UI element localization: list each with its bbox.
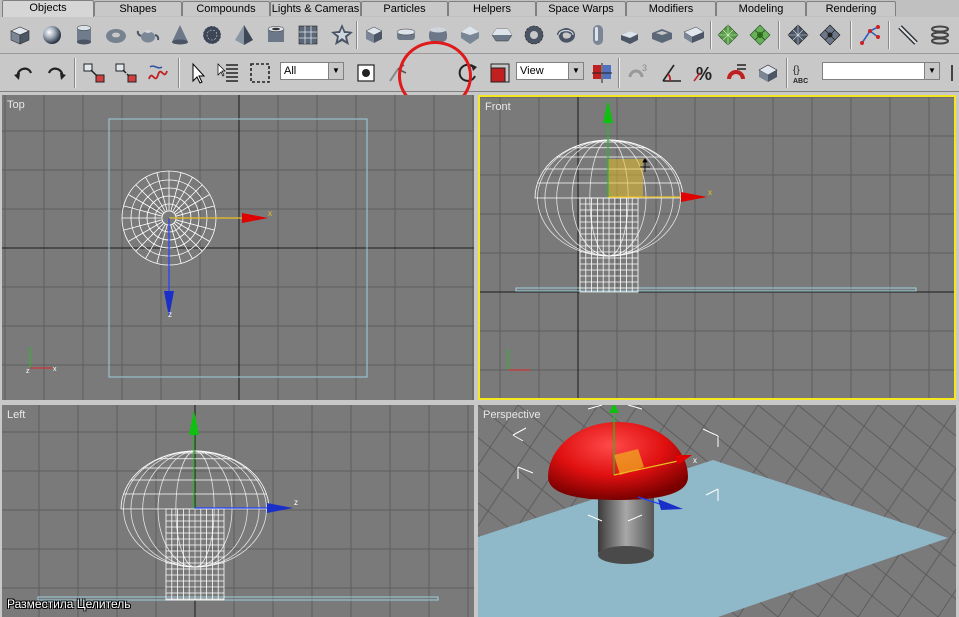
tab-lights-cameras[interactable]: Lights & Cameras xyxy=(270,1,361,16)
viewport-label-left[interactable]: Left xyxy=(7,409,25,421)
axis-label-z: z xyxy=(168,310,172,319)
svg-text:x: x xyxy=(708,188,712,197)
caption-signature: Разместила Целитель xyxy=(7,597,131,611)
viewport-label-top[interactable]: Top xyxy=(7,99,25,111)
named-selection-dropdown[interactable]: ▼ xyxy=(822,62,940,80)
perspective-view: x xyxy=(478,405,956,617)
svg-text:3: 3 xyxy=(642,63,647,73)
select-and-link-icon[interactable] xyxy=(82,61,106,85)
window-crossing-icon[interactable] xyxy=(354,61,378,85)
hedra-icon[interactable] xyxy=(330,23,354,47)
angle-snap-icon[interactable] xyxy=(660,61,684,85)
geosphere-icon[interactable] xyxy=(200,23,224,47)
chamfer-cylinder-icon[interactable] xyxy=(394,23,418,47)
tab-modeling[interactable]: Modeling xyxy=(716,1,806,16)
viewport-front[interactable]: x Front xyxy=(478,95,956,400)
svg-text:x: x xyxy=(53,366,57,373)
viewport-top[interactable]: x z z x Top xyxy=(2,95,474,400)
cone-icon[interactable] xyxy=(168,23,192,47)
viewport-label-perspective[interactable]: Perspective xyxy=(483,409,540,421)
reference-coordinate-dropdown[interactable]: View ▼ xyxy=(516,62,584,80)
tab-space-warps[interactable]: Space Warps xyxy=(536,1,626,16)
svg-text:{}: {} xyxy=(793,65,800,76)
ringwave-icon[interactable] xyxy=(522,23,546,47)
svg-text:z: z xyxy=(26,368,30,375)
axis-label-x: x xyxy=(268,209,272,218)
capsule-icon[interactable] xyxy=(586,23,610,47)
sphere-icon[interactable] xyxy=(40,23,64,47)
tab-shapes[interactable]: Shapes xyxy=(94,1,182,16)
undo-icon[interactable] xyxy=(12,61,36,85)
edit-named-selection-icon[interactable]: {} ABC xyxy=(792,61,816,85)
spring-icon[interactable] xyxy=(928,23,952,47)
main-toolbar: All ▼ View ▼ 3 % {} ABC ▼ xyxy=(0,54,959,141)
viewport-left[interactable]: z Left xyxy=(2,405,474,617)
teapot-icon[interactable] xyxy=(136,23,160,47)
pivot-center-icon[interactable] xyxy=(590,61,614,85)
viewport-label-front[interactable]: Front xyxy=(485,101,511,113)
scatter-icon[interactable] xyxy=(748,23,772,47)
select-object-icon[interactable] xyxy=(186,61,210,85)
terrain-icon[interactable] xyxy=(716,23,740,47)
c-extrusion-icon[interactable] xyxy=(650,23,674,47)
mirror-icon[interactable] xyxy=(948,61,959,85)
reference-coordinate-value: View xyxy=(520,65,544,77)
redo-icon[interactable] xyxy=(44,61,68,85)
pyramid-icon[interactable] xyxy=(232,23,256,47)
named-selection-sets-icon[interactable] xyxy=(756,61,780,85)
chamfer-box-icon[interactable] xyxy=(362,23,386,47)
snaps-toggle-icon[interactable]: 3 xyxy=(626,61,650,85)
tab-particles[interactable]: Particles xyxy=(361,1,448,16)
front-view-grid: x xyxy=(480,97,954,398)
hose-icon[interactable] xyxy=(896,23,920,47)
cylinder-icon[interactable] xyxy=(72,23,96,47)
svg-text:ABC: ABC xyxy=(793,78,808,85)
selection-filter-value: All xyxy=(284,65,297,77)
prism-icon[interactable] xyxy=(682,23,706,47)
chevron-down-icon: ▼ xyxy=(328,63,343,79)
select-and-scale-icon[interactable] xyxy=(488,61,512,85)
box-icon[interactable] xyxy=(8,23,32,47)
l-extrusion-icon[interactable] xyxy=(618,23,642,47)
svg-text:x: x xyxy=(693,456,697,465)
selection-filter-dropdown[interactable]: All ▼ xyxy=(280,62,344,80)
torus-knot-icon[interactable] xyxy=(554,23,578,47)
tab-objects[interactable]: Objects xyxy=(2,0,94,17)
nurbs-cv-surface-icon[interactable] xyxy=(818,23,842,47)
tab-modifiers[interactable]: Modifiers xyxy=(626,1,716,16)
top-view-grid: x z z x xyxy=(2,95,474,400)
rectangular-selection-icon[interactable] xyxy=(248,61,272,85)
bone-icon[interactable] xyxy=(858,23,882,47)
bind-space-warp-icon[interactable] xyxy=(146,61,170,85)
spindle-icon[interactable] xyxy=(458,23,482,47)
torus-icon[interactable] xyxy=(104,23,128,47)
plane-icon[interactable] xyxy=(296,23,320,47)
create-toolbar xyxy=(0,17,959,54)
chevron-down-icon: ▼ xyxy=(568,63,583,79)
gengon-icon[interactable] xyxy=(490,23,514,47)
svg-text:z: z xyxy=(294,498,298,507)
viewport-perspective[interactable]: x Perspective xyxy=(478,405,956,617)
chevron-down-icon: ▼ xyxy=(924,63,939,79)
left-view-grid: z xyxy=(2,405,474,617)
unlink-selection-icon[interactable] xyxy=(114,61,138,85)
select-by-name-icon[interactable] xyxy=(216,61,240,85)
spinner-snap-icon[interactable] xyxy=(724,61,748,85)
tube-icon[interactable] xyxy=(264,23,288,47)
tab-compounds[interactable]: Compounds xyxy=(182,1,270,16)
percent-snap-icon[interactable]: % xyxy=(692,61,716,85)
tab-helpers[interactable]: Helpers xyxy=(448,1,536,16)
ground-plane[interactable] xyxy=(478,460,948,617)
nurbs-surface-icon[interactable] xyxy=(786,23,810,47)
tab-rendering[interactable]: Rendering xyxy=(806,1,896,16)
command-tabs: Objects Shapes Compounds Lights & Camera… xyxy=(0,0,959,17)
